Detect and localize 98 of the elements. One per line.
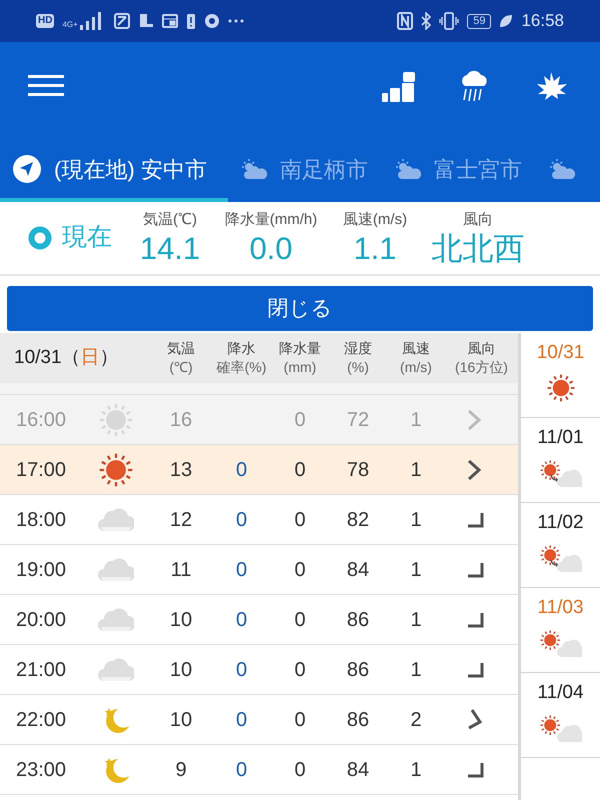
- browser-icon: [204, 13, 220, 29]
- table-cell-text: 0: [293, 608, 307, 632]
- leaf-icon: [499, 14, 514, 28]
- column-heading: 降水量(mm/h): [224, 210, 318, 230]
- table-cell-text: 9: [174, 758, 188, 782]
- table-cell-text: 1: [409, 658, 423, 682]
- day-item[interactable]: 10/31: [521, 333, 600, 418]
- menu-icon[interactable]: [28, 73, 64, 97]
- time-cell-text: 17:00: [14, 458, 68, 482]
- table-cell-text: 84: [346, 758, 370, 782]
- table-cell-text: 0: [234, 558, 248, 582]
- day-item[interactable]: 11/03: [521, 588, 600, 673]
- column-unit: (%): [347, 358, 369, 377]
- table-cell-text: 10: [168, 708, 194, 732]
- column-heading: 湿度: [344, 339, 372, 358]
- bluetooth-icon: [421, 12, 432, 30]
- table-cell-text: 72: [346, 408, 370, 432]
- table-cell-text: 0: [234, 608, 248, 632]
- current-label: 現在: [62, 222, 112, 254]
- table-cell-text: 13: [168, 458, 194, 482]
- time-cell-text: 18:00: [14, 508, 68, 532]
- table-cell-text: 0: [293, 458, 307, 482]
- table-cell-text: 0: [293, 408, 307, 432]
- table-cell-text: 2: [409, 708, 423, 732]
- clock: 16:58: [521, 10, 564, 32]
- battery-level: 59: [467, 14, 492, 28]
- time-cell-text: 21:00: [14, 658, 68, 682]
- date-bracket: ）: [100, 346, 119, 368]
- weekday-label: 日: [80, 346, 100, 368]
- column-heading: 降水: [228, 339, 256, 358]
- table-cell-text: 0: [293, 758, 307, 782]
- battery-alert-icon: [186, 12, 196, 30]
- partly-cloudy-icon: [394, 158, 422, 180]
- table-cell-text: 1: [409, 458, 423, 482]
- column-unit: (m/s): [400, 358, 432, 377]
- current-value: 14.1: [140, 231, 200, 268]
- current-value: 北北西: [432, 231, 524, 268]
- column-unit: (℃): [169, 358, 193, 377]
- table-cell-text: 0: [234, 658, 248, 682]
- column-heading: 風速(m/s): [342, 210, 408, 230]
- column-heading: 風速: [402, 339, 430, 358]
- day-item[interactable]: 11/01: [521, 418, 600, 503]
- day-item[interactable]: 11/02: [521, 503, 600, 588]
- table-cell-text: 12: [168, 508, 194, 532]
- column-heading: 気温(℃): [143, 210, 197, 230]
- current-value: 1.1: [353, 231, 397, 268]
- table-cell-text: 86: [346, 658, 370, 682]
- table-cell-text: 16: [168, 408, 194, 432]
- time-cell-text: 22:00: [14, 708, 68, 732]
- more-icon: [228, 19, 244, 23]
- nfc-icon: [397, 12, 414, 30]
- table-cell-text: 0: [234, 458, 248, 482]
- column-heading: 気温: [167, 339, 195, 358]
- table-cell-text: 0: [234, 758, 248, 782]
- table-cell-text: 1: [409, 758, 423, 782]
- day-item[interactable]: 11/04: [521, 673, 600, 758]
- table-cell-text: 11: [170, 558, 192, 582]
- table-cell-text: 1: [409, 408, 423, 432]
- current-value: 0.0: [249, 231, 293, 268]
- table-cell-text: 0: [293, 558, 307, 582]
- column-heading: 風向: [468, 339, 496, 358]
- time-cell-text: 23:00: [14, 758, 68, 782]
- column-unit: 確率(%): [216, 358, 266, 377]
- table-cell-text: 1: [409, 608, 423, 632]
- partly-cloudy-icon: [240, 158, 268, 180]
- column-unit: (16方位): [455, 358, 508, 377]
- table-cell-text: 86: [346, 708, 370, 732]
- table-cell-text: 10: [168, 658, 194, 682]
- partly-cloudy-icon: [548, 158, 576, 180]
- app-notification-icon: [114, 13, 130, 29]
- table-cell-text: 78: [346, 458, 370, 482]
- date-label: 10/31（: [14, 346, 81, 368]
- hd-badge: HD: [36, 14, 54, 28]
- network-label: 4G+: [62, 21, 78, 29]
- table-cell-text: 1: [409, 558, 423, 582]
- column-heading: 降水量: [279, 339, 321, 358]
- table-cell-text: 84: [346, 558, 370, 582]
- table-cell-text: 0: [293, 708, 307, 732]
- location-icon: [12, 154, 42, 184]
- calendar-icon: [162, 13, 178, 29]
- column-heading: 風向: [463, 210, 493, 230]
- table-cell-text: 0: [234, 708, 248, 732]
- time-cell-text: 20:00: [14, 608, 68, 632]
- table-cell-text: 1: [409, 508, 423, 532]
- table-cell-text: 10: [168, 608, 194, 632]
- table-cell-text: 86: [346, 608, 370, 632]
- table-cell-text: 0: [293, 508, 307, 532]
- blocks-icon[interactable]: [382, 71, 416, 103]
- table-cell-text: 0: [234, 508, 248, 532]
- column-unit: (mm): [284, 358, 316, 377]
- time-cell-text: 19:00: [14, 558, 68, 582]
- location-tab[interactable]: (現在地) 安中市: [0, 140, 228, 202]
- radio-icon: [28, 226, 52, 250]
- vibrate-icon: [439, 12, 460, 30]
- table-cell-text: 0: [293, 658, 307, 682]
- time-cell-text: 16:00: [14, 408, 68, 432]
- table-cell-text: 82: [346, 508, 370, 532]
- close-button[interactable]: 閉じる: [7, 286, 593, 331]
